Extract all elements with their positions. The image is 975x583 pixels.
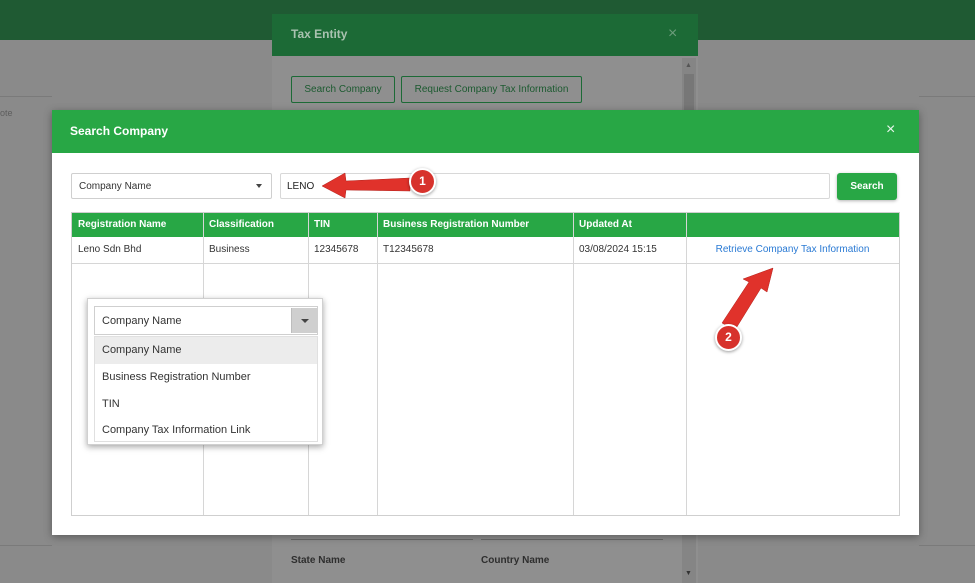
column-header-updated-at[interactable]: Updated At [573, 213, 686, 237]
search-button[interactable]: Search [837, 173, 897, 200]
annotation-marker-1: 1 [409, 168, 436, 195]
row-divider [72, 263, 899, 264]
column-header-classification[interactable]: Classification [203, 213, 308, 237]
search-by-selected-value: Company Name [79, 181, 152, 192]
scroll-down-icon[interactable]: ▼ [685, 570, 692, 577]
country-name-label: Country Name [481, 555, 550, 566]
search-company-button[interactable]: Search Company [291, 76, 395, 103]
close-icon[interactable]: × [886, 121, 895, 139]
retrieve-company-tax-information-link[interactable]: Retrieve Company Tax Information [716, 244, 870, 255]
dropdown-select[interactable]: Company Name [94, 306, 318, 335]
modal-title: Search Company [70, 124, 169, 138]
background-row-divider [0, 96, 52, 97]
request-company-tax-information-button[interactable]: Request Company Tax Information [401, 76, 582, 103]
dropdown-toggle-button[interactable] [291, 308, 317, 333]
search-by-select[interactable]: Company Name [71, 173, 272, 199]
column-header-tin[interactable]: TIN [308, 213, 377, 237]
search-by-dropdown-popup: Company Name Company Name Business Regis… [87, 298, 323, 445]
tax-entity-title: Tax Entity [291, 27, 348, 41]
dropdown-options-list: Company Name Business Registration Numbe… [94, 336, 318, 442]
field-underline [481, 539, 663, 540]
background-row-divider [0, 545, 52, 546]
cell-action: Retrieve Company Tax Information [686, 237, 899, 263]
tax-entity-header: Tax Entity × [272, 14, 698, 56]
background-row-divider [919, 545, 975, 546]
scroll-up-icon[interactable]: ▲ [685, 62, 692, 69]
cell-business-registration-number: T12345678 [383, 244, 434, 255]
cell-classification: Business [209, 244, 250, 255]
background-row-divider [919, 96, 975, 97]
field-underline [291, 539, 473, 540]
cell-updated-at: 03/08/2024 15:15 [579, 244, 657, 255]
annotation-marker-2: 2 [715, 324, 742, 351]
background-column-label: ote [0, 108, 13, 118]
dropdown-option-business-registration-number[interactable]: Business Registration Number [95, 364, 317, 391]
scrollbar-thumb[interactable] [684, 74, 694, 114]
dropdown-option-company-tax-information-link[interactable]: Company Tax Information Link [95, 417, 317, 444]
dropdown-option-company-name[interactable]: Company Name [95, 337, 317, 364]
chevron-down-icon [301, 319, 309, 323]
search-input[interactable] [280, 173, 830, 199]
column-header-business-registration-number[interactable]: Business Registration Number [377, 213, 573, 237]
dropdown-option-tin[interactable]: TIN [95, 391, 317, 418]
cell-registration-name: Leno Sdn Bhd [78, 244, 142, 255]
modal-header: Search Company × [52, 110, 919, 153]
dropdown-selected-value: Company Name [102, 315, 182, 327]
state-name-label: State Name [291, 555, 346, 566]
column-header-registration-name[interactable]: Registration Name [72, 213, 203, 237]
chevron-down-icon [256, 184, 262, 188]
close-icon[interactable]: × [668, 25, 677, 43]
cell-tin: 12345678 [314, 244, 359, 255]
column-header-action [686, 213, 899, 237]
